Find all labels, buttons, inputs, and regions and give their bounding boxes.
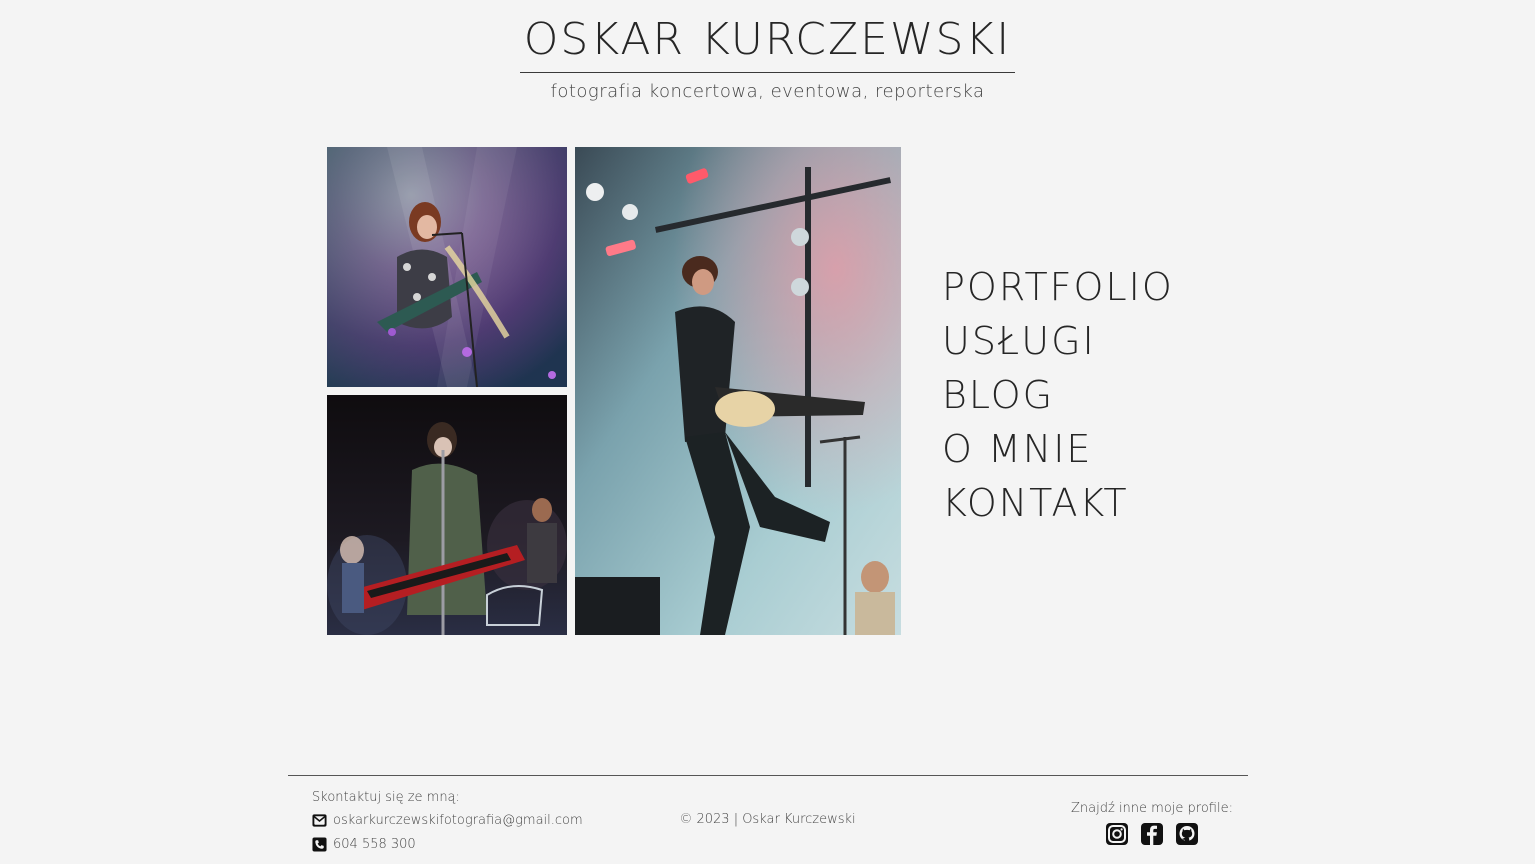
gallery-photo-2[interactable] <box>327 395 567 635</box>
site-header: OSKAR KURCZEWSKI fotografia koncertowa, … <box>0 14 1535 102</box>
gallery-photo-1[interactable] <box>327 147 567 387</box>
contact-heading: Skontaktuj się ze mną: <box>312 789 460 805</box>
nav-item-o-mnie[interactable]: O MNIE <box>942 422 1174 476</box>
facebook-icon[interactable] <box>1140 822 1164 846</box>
footer-divider <box>288 775 1248 776</box>
site-subtitle: fotografia koncertowa, eventowa, reporte… <box>550 81 985 102</box>
nav-item-uslugi[interactable]: USŁUGI <box>942 314 1174 368</box>
copyright: © 2023 | Oskar Kurczewski <box>679 812 856 827</box>
phone-link[interactable]: 604 558 300 <box>333 837 416 852</box>
gallery-photo-3[interactable] <box>575 147 901 635</box>
site-title[interactable]: OSKAR KURCZEWSKI <box>519 14 1016 73</box>
nav-item-kontakt[interactable]: KONTAKT <box>942 476 1174 530</box>
profiles-heading: Znajdź inne moje profile: <box>1071 801 1233 816</box>
nav-item-blog[interactable]: BLOG <box>942 368 1174 422</box>
footer-profiles: Znajdź inne moje profile: <box>1070 801 1234 846</box>
social-links <box>1070 822 1234 846</box>
main-nav: PORTFOLIO USŁUGI BLOG O MNIE KONTAKT <box>942 260 1174 530</box>
github-icon[interactable] <box>1175 822 1199 846</box>
instagram-icon[interactable] <box>1105 822 1129 846</box>
phone-icon <box>312 836 327 852</box>
phone-row[interactable]: 604 558 300 <box>312 832 583 856</box>
nav-item-portfolio[interactable]: PORTFOLIO <box>942 260 1174 314</box>
